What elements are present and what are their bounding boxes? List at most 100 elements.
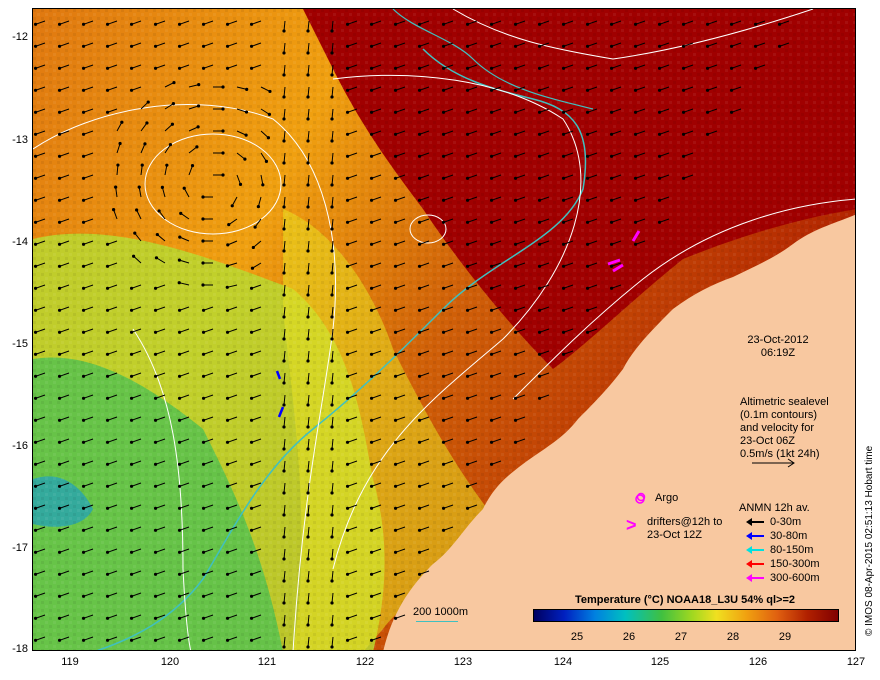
velocity-vector-head xyxy=(105,44,110,48)
velocity-vector-head xyxy=(153,506,158,510)
velocity-vector-head xyxy=(57,176,62,180)
velocity-vector-head xyxy=(330,51,334,55)
velocity-vector-head xyxy=(345,506,350,510)
sst-map-canvas xyxy=(33,9,855,650)
velocity-vector-head xyxy=(153,286,158,290)
velocity-vector-head xyxy=(201,396,206,400)
velocity-vector-head xyxy=(441,440,446,444)
velocity-vector-head xyxy=(249,484,254,488)
velocity-vector-head xyxy=(201,352,206,356)
velocity-vector-head xyxy=(633,242,638,246)
y-label-3: -14 xyxy=(12,236,28,248)
velocity-vector-head xyxy=(369,154,374,158)
velocity-vector-head xyxy=(153,528,158,532)
velocity-vector-head xyxy=(489,220,494,224)
velocity-vector-head xyxy=(105,484,110,488)
velocity-vector-head xyxy=(369,396,374,400)
velocity-vector-head xyxy=(369,330,374,334)
velocity-vector-head xyxy=(609,110,614,114)
velocity-vector-head xyxy=(441,286,446,290)
velocity-vector-head xyxy=(57,396,62,400)
velocity-vector-head xyxy=(369,110,374,114)
colorbar-title: Temperature (°C) NOAA18_L3U 54% ql>=2 xyxy=(575,594,795,606)
velocity-vector-head xyxy=(177,258,182,262)
velocity-vector-head xyxy=(306,623,310,627)
velocity-vector-head xyxy=(33,418,38,422)
velocity-vector-head xyxy=(33,66,38,70)
velocity-vector-head xyxy=(489,286,494,290)
velocity-vector-head xyxy=(129,572,134,576)
legend-arrow-icon xyxy=(746,546,764,554)
velocity-vector-head xyxy=(140,163,144,167)
velocity-vector-head xyxy=(81,352,86,356)
velocity-vector-head xyxy=(282,535,286,539)
velocity-vector-head xyxy=(118,141,122,146)
date-label: 23-Oct-2012 xyxy=(747,334,809,346)
altimetry-line-2: (0.1m contours) xyxy=(740,409,818,421)
velocity-vector-head xyxy=(369,308,374,312)
velocity-vector-head xyxy=(609,132,614,136)
velocity-vector-head xyxy=(306,403,310,407)
velocity-vector-head xyxy=(330,601,334,605)
velocity-vector-head xyxy=(609,264,614,268)
velocity-vector-head xyxy=(393,330,398,334)
velocity-vector-head xyxy=(105,396,110,400)
velocity-vector-head xyxy=(153,440,158,444)
velocity-vector-head xyxy=(609,176,614,180)
velocity-vector-head xyxy=(81,66,86,70)
velocity-vector-head xyxy=(441,462,446,466)
velocity-vector-head xyxy=(330,447,334,451)
velocity-vector-head xyxy=(57,462,62,466)
y-label-5: -16 xyxy=(12,440,28,452)
velocity-vector-head xyxy=(561,264,566,268)
velocity-vector-head xyxy=(129,330,134,334)
velocity-vector-head xyxy=(369,418,374,422)
velocity-vector-head xyxy=(230,204,234,208)
velocity-vector-head xyxy=(81,484,86,488)
colorbar-tick-4: 28 xyxy=(726,631,740,643)
velocity-vector-head xyxy=(57,550,62,554)
velocity-vector-head xyxy=(171,102,176,106)
velocity-vector-head xyxy=(249,418,254,422)
velocity-vector-head xyxy=(393,616,398,620)
velocity-vector-head xyxy=(513,198,518,202)
y-label-7: -18 xyxy=(12,643,28,655)
velocity-vector-head xyxy=(177,594,182,598)
legend-arrow-icon xyxy=(746,560,764,568)
velocity-vector-head xyxy=(57,220,62,224)
velocity-vector-head xyxy=(585,154,590,158)
velocity-vector-head xyxy=(105,242,110,246)
velocity-vector-head xyxy=(417,418,422,422)
velocity-vector-head xyxy=(681,66,686,70)
velocity-vector-head xyxy=(249,352,254,356)
anmn-legend-title: ANMN 12h av. xyxy=(739,502,810,514)
velocity-vector-head xyxy=(561,154,566,158)
velocity-vector-head xyxy=(441,242,446,246)
velocity-vector-head xyxy=(369,484,374,488)
velocity-vector-head xyxy=(306,293,310,297)
velocity-vector-head xyxy=(561,220,566,224)
velocity-vector-head xyxy=(105,264,110,268)
velocity-vector-head xyxy=(330,139,334,143)
velocity-vector-head xyxy=(145,121,149,125)
velocity-vector-head xyxy=(393,88,398,92)
velocity-vector-head xyxy=(81,242,86,246)
velocity-vector-head xyxy=(249,22,254,26)
velocity-vector-head xyxy=(585,66,590,70)
velocity-vector-head xyxy=(441,352,446,356)
velocity-vector-head xyxy=(609,88,614,92)
x-label-4: 122 xyxy=(355,656,375,668)
velocity-vector-head xyxy=(345,176,350,180)
velocity-vector-head xyxy=(133,231,137,235)
velocity-vector-head xyxy=(753,22,758,26)
anmn-legend-item-2: 30-80m xyxy=(746,530,807,542)
velocity-vector-head xyxy=(585,132,590,136)
velocity-vector-head xyxy=(393,594,398,598)
velocity-vector-head xyxy=(369,176,374,180)
velocity-vector-head xyxy=(81,88,86,92)
velocity-vector-head xyxy=(33,176,38,180)
legend-arrow-icon xyxy=(746,518,764,526)
velocity-vector-head xyxy=(417,198,422,202)
velocity-vector-head xyxy=(393,418,398,422)
velocity-vector-head xyxy=(57,154,62,158)
